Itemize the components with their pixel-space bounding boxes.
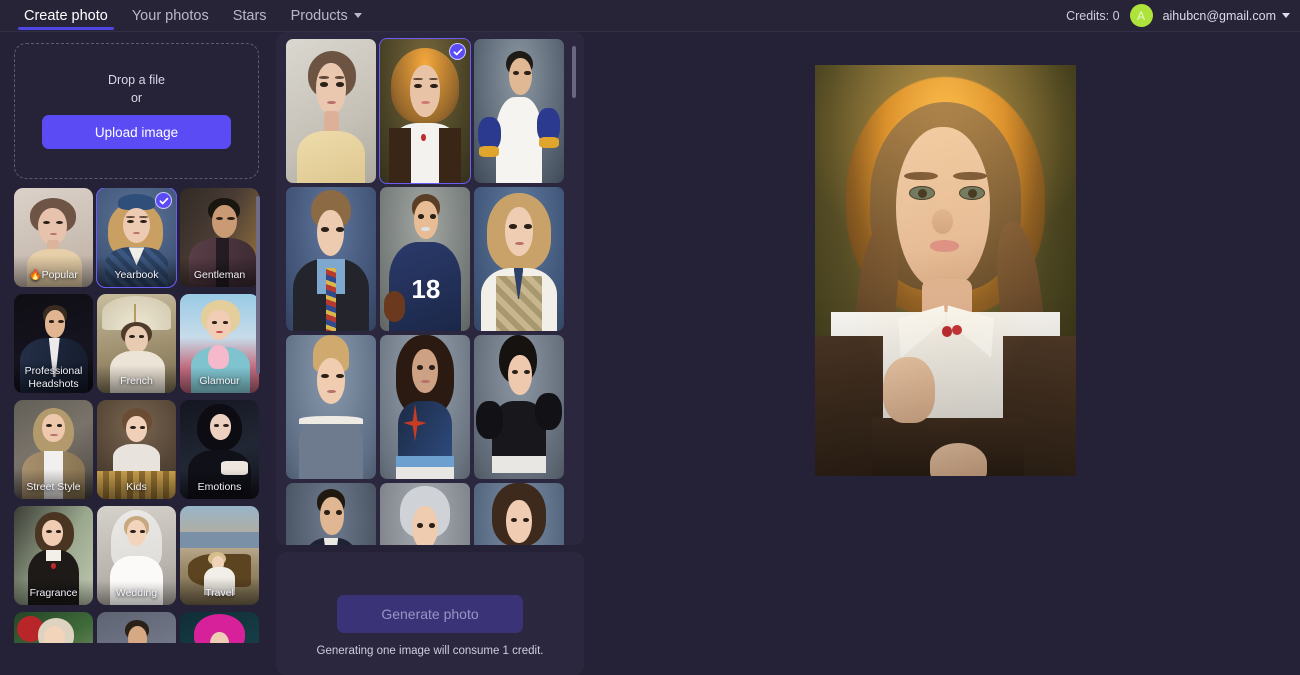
main-nav: Create photo Your photos Stars Products <box>0 0 374 32</box>
style-card[interactable] <box>474 187 564 331</box>
generate-photo-button[interactable]: Generate photo <box>337 595 523 633</box>
category-list[interactable]: 🔥Popular Yearbook Gentleman Professional… <box>14 188 264 643</box>
category-label: Glamour <box>199 374 240 387</box>
preview-photo <box>815 65 1076 476</box>
category-card-glamour[interactable]: Glamour <box>180 294 259 393</box>
style-thumbnail <box>286 483 376 545</box>
category-thumbnail <box>14 612 93 643</box>
left-sidebar: Drop a file or Upload image 🔥Popular Yea… <box>0 32 272 643</box>
chevron-down-icon <box>1282 13 1290 18</box>
style-card[interactable] <box>380 335 470 479</box>
category-card-fragrance[interactable]: Fragrance <box>14 506 93 605</box>
style-card[interactable] <box>286 187 376 331</box>
category-card-partial-1[interactable] <box>14 612 93 643</box>
credit-consumption-note: Generating one image will consume 1 cred… <box>316 645 544 657</box>
category-card-gentleman[interactable]: Gentleman <box>180 188 259 287</box>
category-label: Wedding <box>115 586 158 599</box>
nav-item-label: Stars <box>232 7 267 24</box>
header-right-cluster: Credits: 0 A aihubcn@gmail.com <box>1066 4 1300 27</box>
category-card-wedding[interactable]: Wedding <box>97 506 176 605</box>
nav-item-label: Products <box>290 7 348 24</box>
style-card[interactable] <box>474 335 564 479</box>
style-panel-column: 18 Generate photo Generating one image w… <box>276 32 584 675</box>
top-header: Create photo Your photos Stars Products … <box>0 0 1300 32</box>
style-card[interactable] <box>286 335 376 479</box>
style-grid-scrollbar-track[interactable] <box>572 38 580 538</box>
nav-item-create-photo[interactable]: Create photo <box>12 0 120 32</box>
style-thumbnail <box>380 39 470 183</box>
category-thumbnail <box>180 612 259 643</box>
style-thumbnail <box>474 187 564 331</box>
category-card-popular[interactable]: 🔥Popular <box>14 188 93 287</box>
chevron-down-icon <box>353 13 362 18</box>
category-card-french[interactable]: French <box>97 294 176 393</box>
style-card[interactable] <box>474 39 564 183</box>
style-card[interactable] <box>286 483 376 545</box>
upload-image-button[interactable]: Upload image <box>42 115 231 149</box>
style-card-selected[interactable] <box>379 38 471 184</box>
account-email: aihubcn@gmail.com <box>1162 8 1276 23</box>
avatar-initial: A <box>1137 8 1146 23</box>
category-card-yearbook[interactable]: Yearbook <box>96 188 177 288</box>
selected-check-icon <box>155 192 172 209</box>
upload-dropzone[interactable]: Drop a file or Upload image <box>14 43 259 179</box>
category-card-professional-headshots[interactable]: Professional Headshots <box>14 294 93 393</box>
nav-item-products[interactable]: Products <box>279 0 374 32</box>
style-card[interactable]: 33 <box>474 483 564 545</box>
style-grid-scrollbar-thumb[interactable] <box>572 46 576 98</box>
dropzone-title: Drop a file <box>108 73 165 87</box>
category-label: 🔥Popular <box>29 268 78 281</box>
category-label: Street Style <box>26 480 81 493</box>
credits-label: Credits: 0 <box>1066 8 1120 23</box>
style-thumbnail <box>380 483 470 545</box>
category-scrollbar-track[interactable] <box>256 188 262 643</box>
style-card[interactable] <box>380 483 470 545</box>
category-label: Gentleman <box>193 268 246 281</box>
style-card[interactable] <box>286 39 376 183</box>
style-grid-panel: 18 <box>276 32 584 545</box>
category-card-emotions[interactable]: Emotions <box>180 400 259 499</box>
category-scrollbar-thumb[interactable] <box>256 196 260 374</box>
style-thumbnail <box>380 335 470 479</box>
nav-item-stars[interactable]: Stars <box>221 0 279 32</box>
category-thumbnail <box>97 612 176 643</box>
category-label: French <box>120 374 153 387</box>
style-thumbnail: 18 <box>380 187 470 331</box>
avatar[interactable]: A <box>1129 4 1153 27</box>
category-label: Professional Headshots <box>24 364 83 390</box>
style-thumbnail <box>286 335 376 479</box>
style-card[interactable]: 18 <box>380 187 470 331</box>
generate-footer-panel: Generate photo Generating one image will… <box>276 552 584 675</box>
category-card-kids[interactable]: Kids <box>97 400 176 499</box>
category-label: Fragrance <box>29 586 78 599</box>
category-label: Travel <box>205 586 234 599</box>
account-menu[interactable]: aihubcn@gmail.com <box>1163 9 1290 23</box>
style-thumbnail <box>286 187 376 331</box>
category-card-partial-2[interactable] <box>97 612 176 643</box>
preview-area <box>584 32 1300 643</box>
category-card-partial-3[interactable] <box>180 612 259 643</box>
nav-item-your-photos[interactable]: Your photos <box>120 0 221 32</box>
preview-image[interactable] <box>815 65 1076 476</box>
nav-item-label: Create photo <box>24 7 108 24</box>
style-thumbnail <box>474 335 564 479</box>
selected-check-icon <box>449 43 466 60</box>
nav-item-label: Your photos <box>131 7 209 24</box>
dropzone-or: or <box>130 91 143 105</box>
style-grid: 18 <box>286 38 564 545</box>
style-thumbnail <box>286 39 376 183</box>
category-grid: 🔥Popular Yearbook Gentleman Professional… <box>14 188 259 643</box>
style-thumbnail: 33 <box>474 483 564 545</box>
category-label: Yearbook <box>114 268 159 281</box>
category-card-street-style[interactable]: Street Style <box>14 400 93 499</box>
fire-icon: 🔥 <box>29 269 42 281</box>
category-label: Kids <box>126 480 147 493</box>
style-thumbnail <box>474 39 564 183</box>
category-card-travel[interactable]: Travel <box>180 506 259 605</box>
category-label: Emotions <box>197 480 242 493</box>
